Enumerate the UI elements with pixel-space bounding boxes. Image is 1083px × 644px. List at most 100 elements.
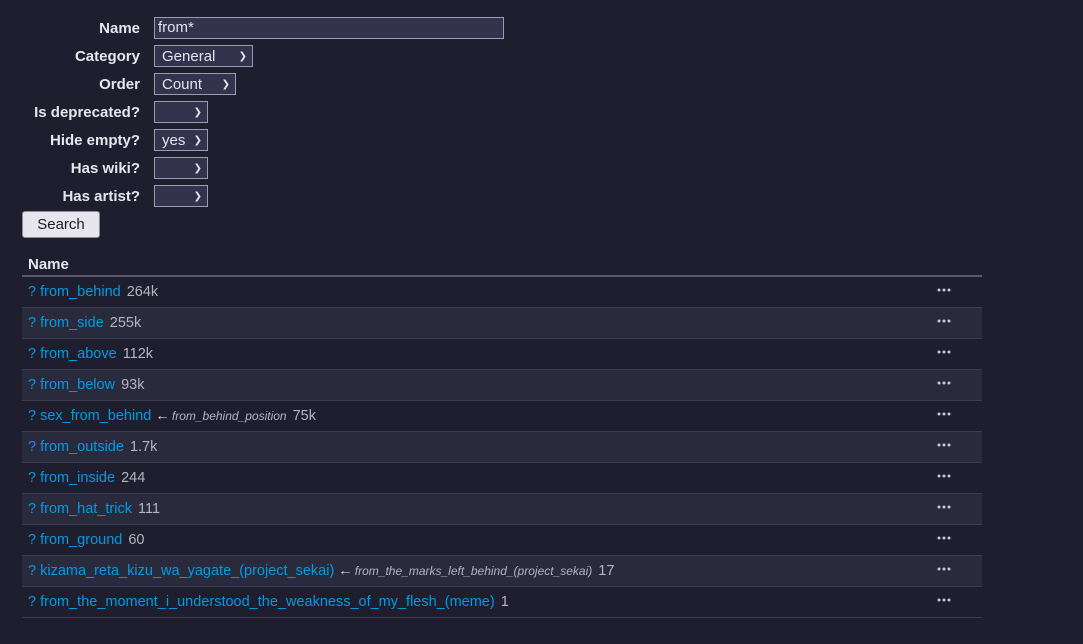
- order-row: Order Count ❯: [0, 73, 520, 97]
- post-count: 1: [500, 594, 509, 610]
- chevron-down-icon: ❯: [193, 107, 202, 118]
- tag-name-link[interactable]: sex_from_behind: [40, 408, 151, 424]
- table-row: ? from_behind 264k: [22, 277, 982, 308]
- tag-entry: ? kizama_reta_kizu_wa_yagate_(project_se…: [28, 563, 614, 579]
- ellipsis-icon[interactable]: [936, 530, 952, 546]
- tag-entry: ? from_inside 244: [28, 470, 145, 486]
- wiki-link[interactable]: ?: [28, 315, 36, 331]
- ellipsis-icon[interactable]: [936, 561, 952, 577]
- table-header: Name: [22, 252, 982, 277]
- post-count: 93k: [121, 377, 145, 393]
- wiki-link[interactable]: ?: [28, 408, 36, 424]
- tag-name-link[interactable]: from_above: [40, 346, 117, 362]
- chevron-down-icon: ❯: [221, 79, 230, 90]
- is-deprecated-select[interactable]: ❯: [154, 101, 208, 123]
- alias-arrow-icon: ←: [338, 563, 353, 579]
- chevron-down-icon: ❯: [193, 135, 202, 146]
- tag-entry: ? from_above 112k: [28, 346, 153, 362]
- table-row: ? from_below 93k: [22, 370, 982, 401]
- ellipsis-icon[interactable]: [936, 468, 952, 484]
- category-select-value: General: [162, 48, 216, 65]
- post-count: 1.7k: [129, 439, 158, 455]
- has-artist-label: Has artist?: [62, 188, 140, 205]
- tag-entry: ? from_hat_trick 111: [28, 501, 160, 517]
- wiki-link[interactable]: ?: [28, 377, 36, 393]
- hide-empty-label: Hide empty?: [49, 132, 140, 149]
- order-label: Order: [99, 76, 140, 93]
- table-row: ? from_outside 1.7k: [22, 432, 982, 463]
- tag-name-link[interactable]: kizama_reta_kizu_wa_yagate_(project_seka…: [40, 563, 334, 579]
- order-select-value: Count: [162, 76, 203, 93]
- has-wiki-label: Has wiki?: [70, 160, 140, 177]
- wiki-link[interactable]: ?: [28, 594, 36, 610]
- tag-alias: from_behind_position: [171, 409, 287, 423]
- wiki-link[interactable]: ?: [28, 439, 36, 455]
- table-row: ? from_ground 60: [22, 525, 982, 556]
- tag-entry: ? from_behind 264k: [28, 284, 158, 300]
- chevron-down-icon: ❯: [193, 191, 202, 202]
- tag-name-link[interactable]: from_hat_trick: [40, 501, 132, 517]
- ellipsis-icon[interactable]: [936, 499, 952, 515]
- tag-entry: ? from_below 93k: [28, 377, 144, 393]
- hide-empty-row: Hide empty? yes ❯: [0, 129, 520, 153]
- category-select[interactable]: General ❯: [154, 45, 253, 67]
- tag-entry: ? from_the_moment_i_understood_the_weakn…: [28, 594, 509, 610]
- post-count: 112k: [122, 346, 154, 362]
- tag-name-link[interactable]: from_outside: [40, 439, 124, 455]
- table-row: ? sex_from_behind ← from_behind_position 75…: [22, 401, 982, 432]
- ellipsis-icon[interactable]: [936, 437, 952, 453]
- ellipsis-icon[interactable]: [936, 282, 952, 298]
- post-count: 255k: [109, 315, 142, 331]
- post-count: 111: [137, 501, 161, 517]
- chevron-down-icon: ❯: [238, 51, 247, 62]
- tag-entry: ? from_side 255k: [28, 315, 141, 331]
- is-deprecated-row: Is deprecated? ❯: [0, 101, 520, 125]
- has-wiki-row: Has wiki? ❯: [0, 157, 520, 181]
- post-count: 60: [128, 532, 145, 548]
- has-wiki-select[interactable]: ❯: [154, 157, 208, 179]
- category-label: Category: [74, 48, 140, 65]
- wiki-link[interactable]: ?: [28, 284, 36, 300]
- tag-name-link[interactable]: from_below: [40, 377, 115, 393]
- ellipsis-icon[interactable]: [936, 344, 952, 360]
- name-row: Name from*: [0, 17, 520, 41]
- table-body: ? from_behind 264k? from_side 255k? from_a…: [22, 277, 982, 618]
- wiki-link[interactable]: ?: [28, 501, 36, 517]
- wiki-link[interactable]: ?: [28, 470, 36, 486]
- tag-entry: ? from_ground 60: [28, 532, 144, 548]
- search-button[interactable]: Search: [22, 211, 100, 238]
- is-deprecated-label: Is deprecated?: [34, 104, 140, 121]
- category-row: Category General ❯: [0, 45, 520, 69]
- chevron-down-icon: ❯: [193, 163, 202, 174]
- tag-name-link[interactable]: from_the_moment_i_understood_the_weaknes…: [40, 594, 495, 610]
- table-row: ? from_hat_trick 111: [22, 494, 982, 525]
- wiki-link[interactable]: ?: [28, 346, 36, 362]
- has-artist-row: Has artist? ❯: [0, 185, 520, 209]
- wiki-link[interactable]: ?: [28, 563, 36, 579]
- wiki-link[interactable]: ?: [28, 532, 36, 548]
- has-artist-select[interactable]: ❯: [154, 185, 208, 207]
- tag-alias: from_the_marks_left_behind_(project_seka…: [354, 564, 593, 578]
- ellipsis-icon[interactable]: [936, 375, 952, 391]
- tag-name-link[interactable]: from_inside: [40, 470, 115, 486]
- post-count: 75k: [292, 408, 316, 424]
- table-row: ? from_the_moment_i_understood_the_weakn…: [22, 587, 982, 618]
- tag-table: Name ? from_behind 264k? from_side 255k? f…: [22, 252, 982, 618]
- ellipsis-icon[interactable]: [936, 406, 952, 422]
- ellipsis-icon[interactable]: [936, 313, 952, 329]
- post-count: 17: [598, 563, 615, 579]
- hide-empty-select[interactable]: yes ❯: [154, 129, 208, 151]
- tag-entry: ? sex_from_behind ← from_behind_position 75…: [28, 408, 316, 424]
- table-row: ? from_inside 244: [22, 463, 982, 494]
- ellipsis-icon[interactable]: [936, 592, 952, 608]
- hide-empty-select-value: yes: [162, 132, 186, 149]
- name-input[interactable]: from*: [154, 17, 504, 39]
- tag-name-link[interactable]: from_ground: [40, 532, 122, 548]
- tag-name-link[interactable]: from_behind: [40, 284, 121, 300]
- order-select[interactable]: Count ❯: [154, 73, 236, 95]
- name-column-header: Name: [28, 256, 69, 273]
- tag-entry: ? from_outside 1.7k: [28, 439, 157, 455]
- tag-name-link[interactable]: from_side: [40, 315, 104, 331]
- table-row: ? kizama_reta_kizu_wa_yagate_(project_se…: [22, 556, 982, 587]
- name-label: Name: [99, 20, 140, 37]
